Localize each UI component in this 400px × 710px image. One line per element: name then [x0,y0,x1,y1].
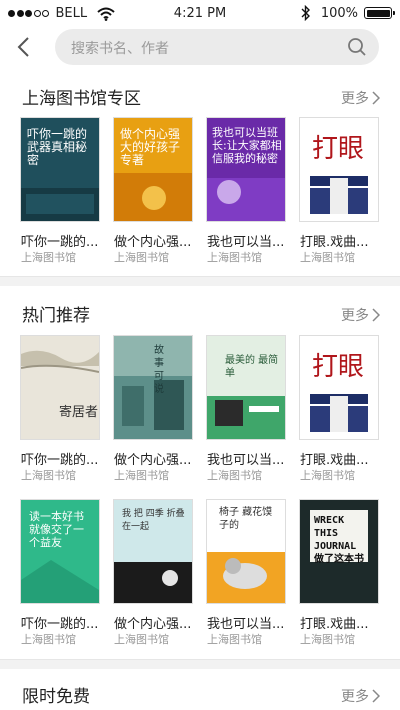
book-title[interactable]: 做个内心强... [114,231,200,250]
chevron-right-icon [372,308,380,322]
cover-text: 打眼 [312,134,365,164]
book-title[interactable]: 我也可以当... [207,231,293,250]
book-publisher: 上海图书馆 [207,469,262,482]
chevron-right-icon [372,91,380,105]
more-label: 更多 [341,91,369,107]
book-title[interactable]: 我也可以当... [207,449,293,468]
top-nav: 搜索书名、作者 [0,28,400,66]
cover-text: 做个内心强大的好孩子专著 [120,127,181,167]
search-placeholder: 搜索书名、作者 [71,41,169,57]
cover-text: 我 把 四季 折叠 在一起 [122,509,185,532]
book-cover[interactable]: 最美的 最简单 [207,336,285,439]
back-arrow-icon[interactable] [14,36,34,58]
book-cover[interactable]: 做个内心强大的好孩子专著 [114,118,192,221]
search-box[interactable]: 搜索书名、作者 [55,29,379,65]
section-divider [0,276,400,286]
book-publisher: 上海图书馆 [207,251,262,264]
cover-text: 打眼 [312,352,365,382]
battery-icon [364,7,395,19]
cover-text: 吓你一跳的武器真相秘密 [27,127,88,167]
book-publisher: 上海图书馆 [21,469,76,482]
battery-level-fill [366,9,390,17]
book-title[interactable]: 吓你一跳的... [21,449,107,468]
book-title[interactable]: 打眼.戏曲... [300,231,386,250]
book-title[interactable]: 吓你一跳的... [21,613,107,632]
book-publisher: 上海图书馆 [300,469,355,482]
cover-text: 故事可说 [154,345,164,395]
cover-text: 椅子 藏花馍子的 [219,507,273,531]
book-title[interactable]: 打眼.戏曲... [300,613,386,632]
book-cover[interactable]: 我也可以当班长:让大家都相信服我的秘密 [207,118,285,221]
more-link-limited-free[interactable]: 更多 [341,686,380,706]
cover-text: 寄居者 [59,405,99,420]
book-publisher: 上海图书馆 [21,251,76,264]
section-title-shanghai-library: 上海图书馆专区 [22,89,141,109]
cover-text: 读一本好书就像交了一个益友 [29,510,84,549]
battery-percent: 100% [320,5,358,21]
book-title[interactable]: 做个内心强... [114,449,200,468]
book-publisher: 上海图书馆 [114,469,169,482]
book-publisher: 上海图书馆 [21,633,76,646]
section-title-limited-free: 限时免费 [22,687,90,707]
status-right: 100% [301,5,395,21]
book-cover[interactable]: 椅子 藏花馍子的 [207,500,285,603]
more-link-hot-picks[interactable]: 更多 [341,305,380,325]
cover-text: WRECK THIS JOURNAL 做了这本书 [314,515,364,565]
section-title-hot-picks: 热门推荐 [22,306,90,326]
book-publisher: 上海图书馆 [114,251,169,264]
book-title[interactable]: 做个内心强... [114,613,200,632]
book-cover[interactable]: 打眼 [300,118,378,221]
search-icon[interactable] [347,37,367,57]
cover-text: 最美的 最简单 [225,355,279,379]
book-publisher: 上海图书馆 [207,633,262,646]
book-cover[interactable]: 寄居者 [21,336,99,439]
book-cover[interactable]: 吓你一跳的武器真相秘密 [21,118,99,221]
chevron-right-icon [372,689,380,703]
more-link-shanghai-library[interactable]: 更多 [341,88,380,108]
more-label: 更多 [341,689,369,705]
book-publisher: 上海图书馆 [300,633,355,646]
book-cover[interactable]: 我 把 四季 折叠 在一起 [114,500,192,603]
book-title[interactable]: 打眼.戏曲... [300,449,386,468]
book-publisher: 上海图书馆 [300,251,355,264]
more-label: 更多 [341,308,369,324]
book-publisher: 上海图书馆 [114,633,169,646]
book-title[interactable]: 我也可以当... [207,613,293,632]
book-cover[interactable]: 读一本好书就像交了一个益友 [21,500,99,603]
book-cover[interactable]: WRECK THIS JOURNAL 做了这本书 [300,500,378,603]
cover-text: 我也可以当班长:让大家都相信服我的秘密 [212,126,282,165]
book-title[interactable]: 吓你一跳的... [21,231,107,250]
bluetooth-icon [301,5,310,21]
status-bar: BELL 4:21 PM 100% [0,0,400,28]
book-cover[interactable]: 故事可说 [114,336,192,439]
section-divider [0,659,400,669]
book-cover[interactable]: 打眼 [300,336,378,439]
